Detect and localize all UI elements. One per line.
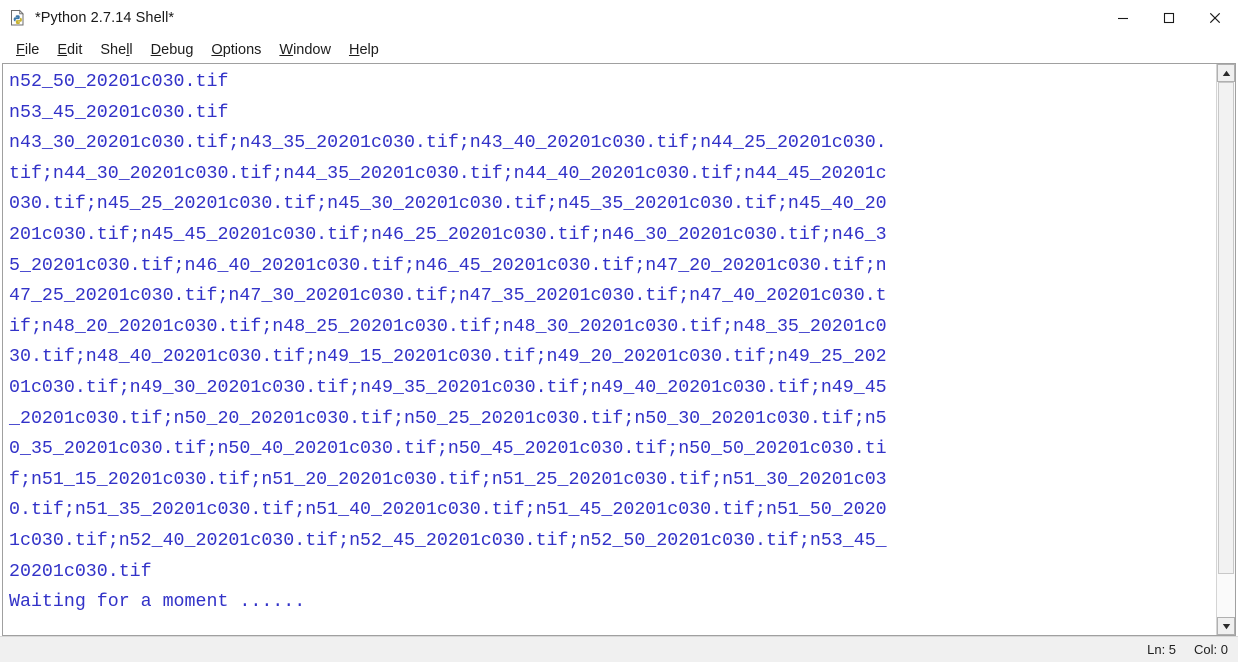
scroll-down-arrow-icon[interactable] bbox=[1217, 617, 1235, 635]
menu-item-shell[interactable]: Shell bbox=[91, 40, 141, 60]
title-bar: *Python 2.7.14 Shell* bbox=[0, 0, 1238, 36]
menu-bar: File Edit Shell Debug Options Window Hel… bbox=[0, 36, 1238, 63]
menu-item-edit[interactable]: Edit bbox=[48, 40, 91, 60]
scroll-up-arrow-icon[interactable] bbox=[1217, 64, 1235, 82]
close-icon[interactable] bbox=[1192, 0, 1238, 36]
window-controls bbox=[1100, 0, 1238, 36]
shell-output-text[interactable]: n52_50_20201c030.tif n53_45_20201c030.ti… bbox=[3, 64, 1216, 635]
maximize-icon[interactable] bbox=[1146, 0, 1192, 36]
menu-item-help[interactable]: Help bbox=[340, 40, 388, 60]
status-column-indicator: Col: 0 bbox=[1194, 642, 1228, 657]
menu-item-debug[interactable]: Debug bbox=[142, 40, 203, 60]
python-idle-icon bbox=[9, 9, 27, 27]
scrollbar-track[interactable] bbox=[1217, 82, 1235, 617]
scrollbar-thumb[interactable] bbox=[1218, 82, 1234, 575]
idle-shell-window: *Python 2.7.14 Shell* File Edit Shell De… bbox=[0, 0, 1238, 662]
window-title: *Python 2.7.14 Shell* bbox=[35, 10, 175, 26]
status-line-indicator: Ln: 5 bbox=[1147, 642, 1177, 657]
vertical-scrollbar[interactable] bbox=[1216, 64, 1235, 635]
menu-item-file[interactable]: File bbox=[7, 40, 48, 60]
menu-item-options[interactable]: Options bbox=[202, 40, 270, 60]
shell-content-area: n52_50_20201c030.tif n53_45_20201c030.ti… bbox=[2, 63, 1236, 636]
minimize-icon[interactable] bbox=[1100, 0, 1146, 36]
menu-item-window[interactable]: Window bbox=[270, 40, 340, 60]
title-bar-left: *Python 2.7.14 Shell* bbox=[0, 9, 174, 27]
status-bar: Ln: 5 Col: 0 bbox=[0, 636, 1238, 662]
